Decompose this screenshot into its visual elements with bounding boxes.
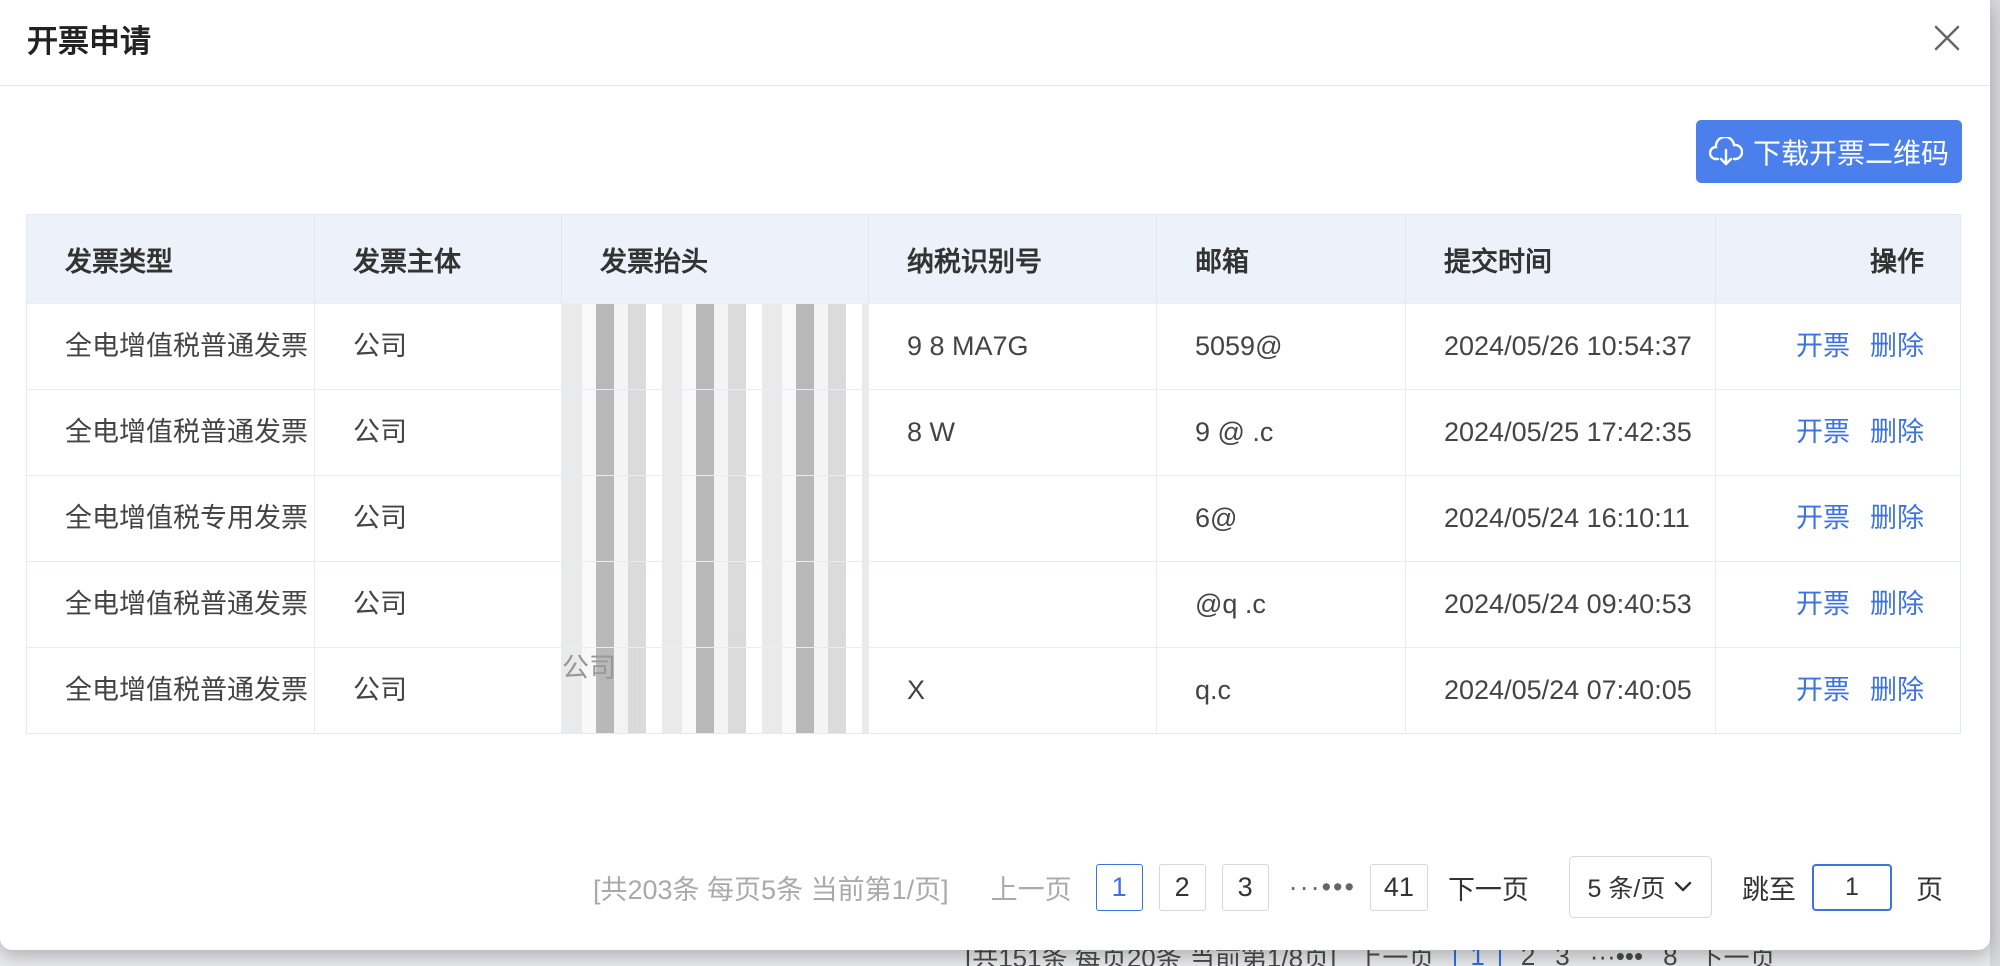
jump-page-input[interactable] [1811, 863, 1892, 911]
header-submit-time: 提交时间 [1406, 215, 1716, 303]
cell-email: 5059@ [1157, 304, 1406, 389]
page-2-button[interactable]: 2 [1158, 863, 1206, 911]
cell-invoice-entity: 公司 [315, 390, 562, 475]
cell-tax-id: 9 8 MA7G [869, 304, 1157, 389]
page-unit-label: 页 [1915, 874, 1943, 905]
page-size-value: 5 条/页 [1587, 875, 1666, 903]
cell-email: 6@ [1157, 476, 1406, 561]
cell-invoice-type: 全电增值税普通发票 [27, 562, 315, 647]
more-pages-button[interactable]: ···••• [1289, 872, 1356, 903]
invoice-table: 发票类型 发票主体 发票抬头 纳税识别号 邮箱 提交时间 操作 全电增值税普通发… [26, 214, 1961, 734]
cell-tax-id: 8 W [869, 390, 1157, 475]
close-button[interactable] [1927, 18, 1967, 58]
download-qrcode-button[interactable]: 下载开票二维码 [1696, 120, 1962, 183]
redaction-mosaic [562, 476, 868, 561]
cell-invoice-title-masked [562, 562, 869, 647]
pagination: [共203条 每页5条 当前第1/页] 上一页 1 2 3 ···••• 41 … [593, 856, 1943, 918]
cell-actions: 开票 删除 [1716, 304, 1960, 389]
background-sidebar-edge [1990, 0, 2000, 966]
page-3-button[interactable]: 3 [1221, 863, 1269, 911]
table-row: 全电增值税普通发票 公司 8 W 9 @ .c 2024/05/25 17:42… [27, 389, 1960, 475]
cell-actions: 开票 删除 [1716, 562, 1960, 647]
table-row: 全电增值税普通发票 公司 @q .c 2024/05/24 09:40:53 开… [27, 561, 1960, 647]
table-header: 发票类型 发票主体 发票抬头 纳税识别号 邮箱 提交时间 操作 [27, 215, 1960, 303]
cell-invoice-entity: 公司 [315, 304, 562, 389]
cell-invoice-title-masked [562, 304, 869, 389]
delete-link[interactable]: 删除 [1870, 670, 1924, 711]
pagination-summary: [共203条 每页5条 当前第1/页] [593, 874, 949, 905]
invoice-link[interactable]: 开票 [1796, 326, 1850, 367]
cell-email: @q .c [1157, 562, 1406, 647]
cell-tax-id [869, 562, 1157, 647]
cell-invoice-title-masked [562, 390, 869, 475]
invoice-link[interactable]: 开票 [1796, 412, 1850, 453]
close-icon [1934, 25, 1960, 51]
cell-invoice-entity: 公司 [315, 476, 562, 561]
delete-link[interactable]: 删除 [1870, 326, 1924, 367]
invoice-application-modal: 开票申请 下载开票二维码 发票类型 发票主体 发票抬头 纳税识别号 邮箱 提交时… [0, 0, 1990, 950]
delete-link[interactable]: 删除 [1870, 498, 1924, 539]
cell-submit-time: 2024/05/25 17:42:35 [1406, 390, 1716, 475]
page-1-button[interactable]: 1 [1095, 863, 1143, 911]
last-page-button[interactable]: 41 [1369, 863, 1428, 911]
cell-invoice-type: 全电增值税普通发票 [27, 304, 315, 389]
cell-invoice-type: 全电增值税普通发票 [27, 390, 315, 475]
redaction-mosaic [562, 304, 868, 389]
page-size-select[interactable]: 5 条/页 [1568, 856, 1712, 918]
invoice-link[interactable]: 开票 [1796, 498, 1850, 539]
cell-tax-id: X [869, 648, 1157, 733]
table-row: 全电增值税普通发票 公司 公司 X q.c 2024/05/24 07:40:0… [27, 647, 1960, 733]
header-tax-id: 纳税识别号 [869, 215, 1157, 303]
cell-submit-time: 2024/05/26 10:54:37 [1406, 304, 1716, 389]
cell-invoice-entity: 公司 [315, 562, 562, 647]
cell-tax-id [869, 476, 1157, 561]
table-row: 全电增值税专用发票 公司 6@ 2024/05/24 16:10:11 开票 删… [27, 475, 1960, 561]
chevron-down-icon [1675, 881, 1692, 892]
cell-email: q.c [1157, 648, 1406, 733]
prev-page-button[interactable]: 上一页 [991, 868, 1072, 907]
modal-title: 开票申请 [27, 24, 151, 59]
header-invoice-title: 发票抬头 [562, 215, 869, 303]
delete-link[interactable]: 删除 [1870, 584, 1924, 625]
table-row: 全电增值税普通发票 公司 9 8 MA7G 5059@ 2024/05/26 1… [27, 303, 1960, 389]
cell-email: 9 @ .c [1157, 390, 1406, 475]
jump-to-label: 跳至 [1741, 874, 1796, 905]
modal-header: 开票申请 [0, 0, 1990, 86]
cell-invoice-title-masked: 公司 [562, 648, 869, 733]
cloud-download-icon [1708, 136, 1743, 165]
download-qrcode-label: 下载开票二维码 [1752, 137, 1949, 169]
redaction-mosaic [562, 562, 868, 647]
cell-submit-time: 2024/05/24 09:40:53 [1406, 562, 1716, 647]
cell-actions: 开票 删除 [1716, 390, 1960, 475]
cell-invoice-entity: 公司 [315, 648, 562, 733]
delete-link[interactable]: 删除 [1870, 412, 1924, 453]
cell-invoice-title-masked [562, 476, 869, 561]
cell-submit-time: 2024/05/24 16:10:11 [1406, 476, 1716, 561]
next-page-button[interactable]: 下一页 [1448, 868, 1529, 907]
invoice-link[interactable]: 开票 [1796, 670, 1850, 711]
header-actions: 操作 [1870, 246, 1924, 277]
cell-invoice-type: 全电增值税普通发票 [27, 648, 315, 733]
cell-actions: 开票 删除 [1716, 648, 1960, 733]
invoice-link[interactable]: 开票 [1796, 584, 1850, 625]
cell-invoice-type: 全电增值税专用发票 [27, 476, 315, 561]
header-invoice-type: 发票类型 [27, 215, 315, 303]
header-invoice-entity: 发票主体 [315, 215, 562, 303]
header-email: 邮箱 [1157, 215, 1406, 303]
redaction-mosaic [562, 390, 868, 475]
cell-submit-time: 2024/05/24 07:40:05 [1406, 648, 1716, 733]
redaction-mosaic: 公司 [562, 648, 868, 733]
cell-actions: 开票 删除 [1716, 476, 1960, 561]
